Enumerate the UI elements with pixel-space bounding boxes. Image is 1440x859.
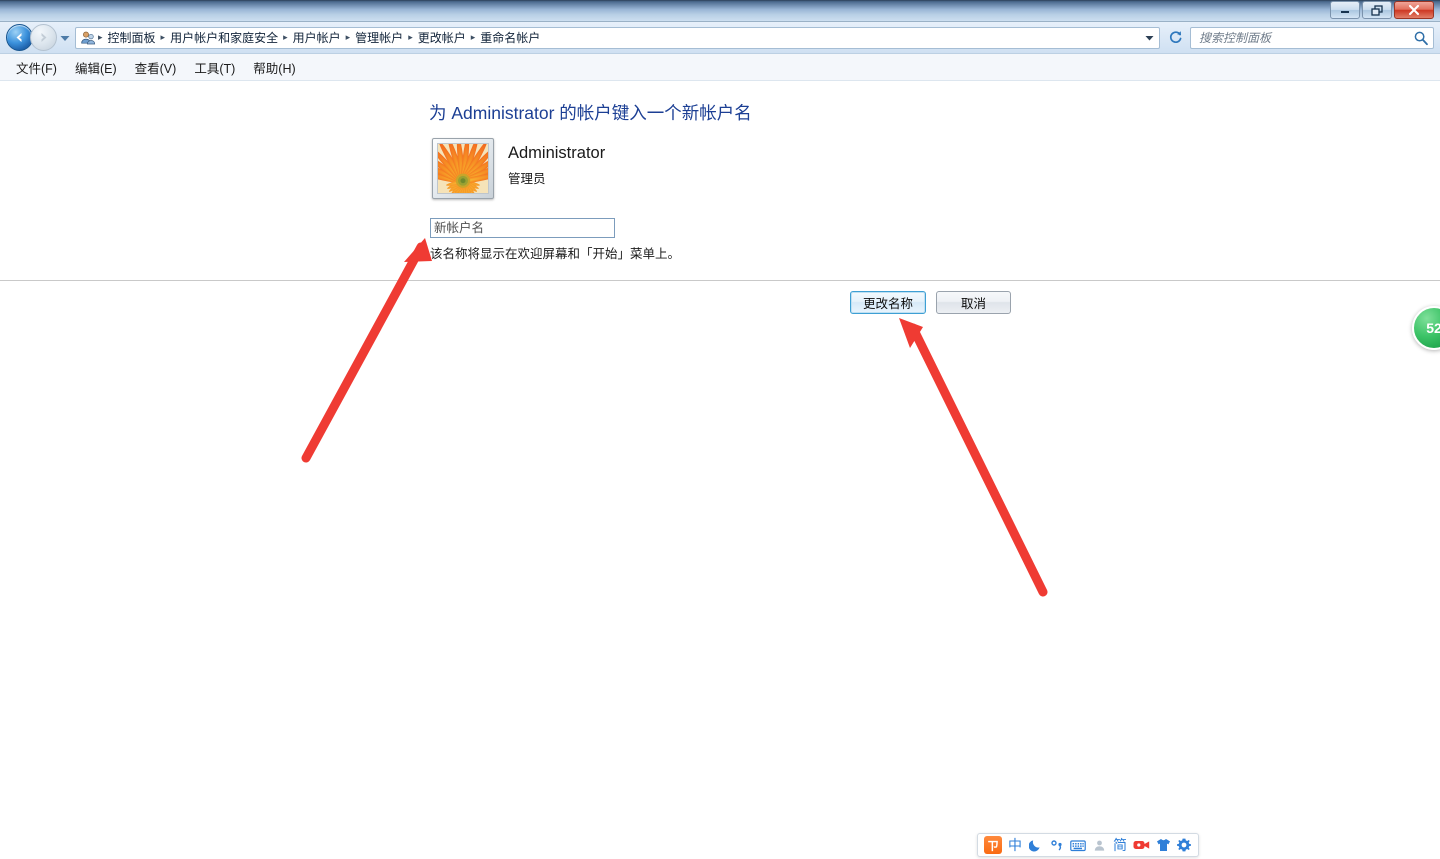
moon-icon[interactable] (1028, 836, 1044, 854)
gear-glyph (1177, 838, 1191, 852)
punctuation-icon[interactable] (1049, 836, 1065, 854)
breadcrumb-item-manage-accounts[interactable]: 管理帐户 (351, 28, 407, 47)
forward-button[interactable] (30, 24, 57, 51)
back-button[interactable] (6, 24, 33, 51)
punctuation-glyph (1050, 840, 1062, 851)
section-divider (0, 280, 1440, 281)
sogou-logo-glyph: ㄗ (984, 836, 1002, 854)
soft-keyboard-icon[interactable] (1070, 836, 1086, 854)
search-box[interactable] (1190, 26, 1434, 49)
breadcrumb-item-rename-account[interactable]: 重命名帐户 (476, 28, 544, 47)
window-controls (1330, 1, 1434, 19)
menu-item-view[interactable]: 查看(V) (127, 55, 185, 80)
account-role: 管理员 (508, 172, 546, 187)
menu-item-file[interactable]: 文件(F) (8, 55, 65, 80)
flower-avatar-icon (437, 143, 489, 194)
refresh-icon (1169, 31, 1181, 43)
search-input[interactable] (1199, 30, 1413, 45)
breadcrumb-item-user-accounts-family-safety[interactable]: 用户帐户和家庭安全 (166, 28, 282, 47)
chinese-mode-icon[interactable]: 中 (1007, 836, 1023, 854)
breadcrumb-item-change-account[interactable]: 更改帐户 (414, 28, 470, 47)
account-summary: Administrator 管理员 (432, 138, 605, 199)
cancel-button[interactable]: 取消 (936, 291, 1011, 314)
chevron-down-icon (1145, 36, 1153, 41)
settings-gear-icon[interactable] (1176, 836, 1192, 854)
maximize-button[interactable] (1362, 1, 1392, 19)
content-area: 为 Administrator 的帐户键入一个新帐户名 Administrato… (0, 81, 1440, 859)
refresh-button[interactable] (1164, 27, 1186, 49)
skin-icon[interactable] (1155, 836, 1171, 854)
change-name-button[interactable]: 更改名称 (849, 291, 926, 314)
close-icon (1408, 4, 1420, 16)
control-panel-window: ▸ 控制面板 ▸ 用户帐户和家庭安全 ▸ 用户帐户 ▸ 管理帐户 ▸ 更改帐户 … (0, 0, 1440, 859)
hint-text: 该名称将显示在欢迎屏幕和「开始」菜单上。 (430, 247, 681, 261)
navigation-bar: ▸ 控制面板 ▸ 用户帐户和家庭安全 ▸ 用户帐户 ▸ 管理帐户 ▸ 更改帐户 … (0, 22, 1440, 54)
close-button[interactable] (1394, 1, 1434, 19)
search-icon[interactable] (1413, 30, 1429, 46)
back-arrow-icon (16, 33, 22, 42)
recent-pages-button[interactable] (57, 24, 73, 51)
forward-arrow-icon (41, 33, 47, 42)
user-icon[interactable] (1091, 836, 1107, 854)
keyboard-glyph (1070, 839, 1086, 851)
video-glyph (1133, 841, 1150, 849)
sogou-logo-icon[interactable]: ㄗ (984, 836, 1002, 854)
address-dropdown-button[interactable] (1141, 28, 1157, 48)
chevron-down-icon (60, 35, 70, 41)
menu-item-help[interactable]: 帮助(H) (245, 55, 303, 80)
action-buttons: 更改名称 取消 (849, 291, 1011, 314)
restore-icon (1370, 4, 1383, 16)
breadcrumb-item-control-panel[interactable]: 控制面板 (104, 28, 160, 47)
minimize-icon (1341, 11, 1349, 13)
account-text: Administrator 管理员 (508, 138, 605, 187)
tshirt-glyph (1156, 839, 1170, 851)
breadcrumb-item-user-accounts[interactable]: 用户帐户 (289, 28, 345, 47)
menu-item-edit[interactable]: 编辑(E) (67, 55, 125, 80)
ime-toolbar: ㄗ 中 简 (977, 833, 1199, 857)
video-icon[interactable] (1133, 836, 1150, 854)
page-title: 为 Administrator 的帐户键入一个新帐户名 (429, 103, 752, 123)
title-bar (0, 0, 1440, 22)
new-account-name-input[interactable] (430, 218, 615, 238)
user-accounts-icon (81, 31, 96, 44)
flower-image (438, 144, 488, 193)
simplified-chinese-icon[interactable]: 简 (1112, 836, 1128, 854)
minimize-button[interactable] (1330, 1, 1360, 19)
moon-glyph (1029, 840, 1040, 852)
user-glyph (1094, 840, 1104, 851)
menu-item-tools[interactable]: 工具(T) (186, 55, 243, 80)
address-bar[interactable]: ▸ 控制面板 ▸ 用户帐户和家庭安全 ▸ 用户帐户 ▸ 管理帐户 ▸ 更改帐户 … (75, 26, 1160, 49)
menu-bar: 文件(F) 编辑(E) 查看(V) 工具(T) 帮助(H) (0, 54, 1440, 81)
account-name: Administrator (508, 144, 606, 162)
avatar (432, 138, 494, 199)
